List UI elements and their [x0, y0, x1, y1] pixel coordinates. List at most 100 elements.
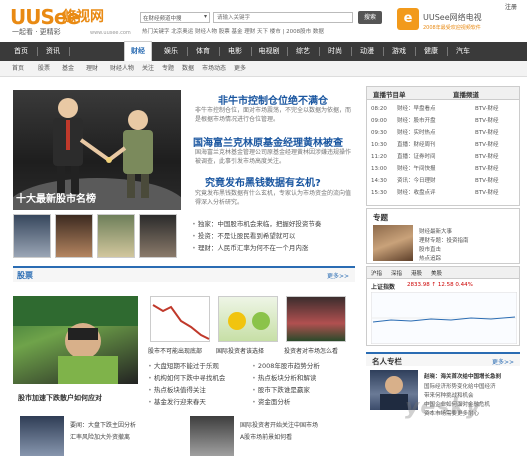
tab-index[interactable]: 深指 [391, 269, 402, 277]
program-row[interactable]: 09:30 财经：实时热点 BTV-财经 [371, 127, 517, 139]
news-link[interactable]: • 投资：不是让股民看到希望就可以 [192, 230, 352, 240]
stock-news-link[interactable]: • 热点板块值得关注 [148, 384, 248, 394]
nav-item-health[interactable]: 健康 [418, 42, 444, 61]
topic-link[interactable]: 股市直击 [419, 245, 517, 253]
news-link[interactable]: • 理财：人民币汇率为何不在一个月内涨 [192, 242, 352, 252]
search-button[interactable]: 搜索 [358, 11, 382, 24]
bullet-icon: • [148, 386, 152, 394]
stock-news-link[interactable]: • 基金发行迎来春天 [148, 396, 248, 406]
bottom-news-link[interactable]: 汇率风险加大外资撤离 [70, 432, 182, 441]
stock-news-link[interactable]: • 机构如何下跌中寻找机会 [148, 372, 248, 382]
nav-item-fashion[interactable]: 时尚 [322, 42, 348, 61]
bottom-news-link[interactable]: A股市场前景如何看 [240, 432, 356, 441]
celebrity-more-link[interactable]: 更多>> [492, 357, 514, 366]
stock-thumb-caption[interactable]: 股市不可能出现底部 [148, 346, 214, 355]
subnav-item[interactable]: 专题 [162, 61, 174, 77]
nav-item-anime[interactable]: 动漫 [354, 42, 380, 61]
subnav-item[interactable]: 基金 [62, 61, 74, 77]
subnav-item[interactable]: 股票 [38, 61, 50, 77]
tab-index[interactable]: 美股 [431, 269, 442, 277]
nav-item-movie[interactable]: 电影 [222, 42, 248, 61]
thumb-image[interactable] [139, 214, 177, 258]
subnav-item[interactable]: 关注 [142, 61, 154, 77]
bottom-news-link[interactable]: 国际投资者开始关注中国市场 [240, 420, 356, 429]
program-row[interactable]: 15:30 财经：收盘点评 BTV-财经 [371, 187, 517, 199]
tab-program-list[interactable]: 直播节目单 [373, 89, 406, 99]
search-scope-select[interactable]: 在财经频道中搜 ▾ [140, 12, 210, 23]
subnav-item[interactable]: 市场动态 [202, 61, 226, 77]
program-row[interactable]: 11:20 直播：证券时间 BTV-财经 [371, 151, 517, 163]
nav-item-finance[interactable]: 财经 [124, 41, 152, 62]
stock-thumb-caption[interactable]: 投资者对市场怎么看 [284, 346, 350, 355]
hot-links[interactable]: 热门关键字 北京奥运 财经人物 股票 基金 理财 天下 楼市 | 2008股市 … [142, 27, 392, 35]
headline-2[interactable]: 国海富兰克林原基金经理黄林被查 [193, 134, 343, 149]
stock-main-caption[interactable]: 股市加速下跌散户如何应对 [18, 393, 102, 403]
nav-item-variety[interactable]: 综艺 [290, 42, 316, 61]
tab-index[interactable]: 沪指 [371, 269, 382, 277]
subnav-item[interactable]: 理财 [86, 61, 98, 77]
bottom-thumb[interactable] [190, 416, 234, 456]
stock-news-link[interactable]: • 2008年股市趋势分析 [252, 360, 354, 370]
stock-news-link[interactable]: • 资金面分析 [252, 396, 354, 406]
nav-item-home[interactable]: 首页 [8, 42, 34, 61]
topic-link[interactable]: 财经最新大事 [419, 227, 517, 235]
bottom-thumb[interactable] [20, 416, 64, 456]
register-link[interactable]: 注册 [505, 2, 517, 11]
bullet-icon: • [148, 374, 152, 382]
subnav-item[interactable]: 首页 [12, 61, 24, 77]
stock-news-link[interactable]: • 股市下跌谁是赢家 [252, 384, 354, 394]
topic-title: 专题 [373, 213, 388, 222]
celebrity-title[interactable]: 名人专栏 [372, 356, 402, 367]
nav-item-auto[interactable]: 汽车 [450, 42, 476, 61]
nav-item-game[interactable]: 游戏 [386, 42, 412, 61]
stock-news-link[interactable]: • 热点板块分析和解读 [252, 372, 354, 382]
nav-item-sports[interactable]: 体育 [190, 42, 216, 61]
watermark: yesky [405, 395, 482, 420]
celebrity-link[interactable]: 赵晓：海关首次给中国增长急刹 [424, 372, 522, 380]
bullet-icon: • [192, 220, 196, 228]
subnav-item[interactable]: 财经人物 [110, 61, 134, 77]
thumb-image[interactable] [97, 214, 135, 258]
index-label: 上证指数 [371, 284, 396, 291]
search-input[interactable] [213, 12, 353, 23]
stock-market-thumb[interactable] [286, 296, 346, 342]
main-nav: 首页 资讯 财经 娱乐 体育 电影 电视剧 综艺 时尚 动漫 游戏 健康 汽车 [0, 41, 527, 62]
stock-section-header: 股票 更多>> [13, 266, 355, 282]
stock-thumb-caption[interactable]: 国际投资者该选择 [216, 346, 282, 355]
program-row[interactable]: 13:00 财经：午间快报 BTV-财经 [371, 163, 517, 175]
headline-3[interactable]: 究竟发布黑钱数据有玄机? [205, 174, 321, 189]
bottom-news-link[interactable]: 要闻：大盘下跌主因分析 [70, 420, 182, 429]
feature-caption[interactable]: 十大最新股市名榜 [16, 190, 96, 205]
subnav-item[interactable]: 更多 [234, 61, 246, 77]
index-value: 2833.98 ↑ 12.58 0.44% [407, 282, 473, 288]
logo-cn[interactable]: 悠视网 [62, 6, 104, 26]
tab-index[interactable]: 港股 [411, 269, 422, 277]
headline-1[interactable]: 非牛市控制仓位绝不满仓 [218, 92, 328, 107]
thumb-image[interactable] [55, 214, 93, 258]
tab-channel-list[interactable]: 直播频道 [453, 89, 479, 99]
topic-image[interactable] [373, 225, 413, 261]
program-row[interactable]: 14:30 资讯：今日理财 BTV-财经 [371, 175, 517, 187]
tv-subtitle: 2008年最受欢迎视频软件 [423, 25, 481, 31]
stock-more-link[interactable]: 更多>> [327, 271, 349, 280]
celebrity-link[interactable]: 国际经济形势变化给中国经济 [424, 382, 522, 390]
stock-chart-thumb[interactable] [150, 296, 210, 342]
stock-main-image[interactable] [13, 296, 138, 384]
thumb-image[interactable] [13, 214, 51, 258]
slogan: 一起看 · 更精彩 [12, 28, 61, 36]
program-row[interactable]: 09:00 财经：股市开盘 BTV-财经 [371, 115, 517, 127]
stock-cartoon-thumb[interactable] [218, 296, 278, 342]
headline-2-summary: 国海富兰克林基金管理公司原基金经理黄林因涉嫌违规操作被调查，此事引发市场高度关注… [195, 149, 352, 165]
bullet-icon: • [148, 398, 152, 406]
nav-item-ent[interactable]: 娱乐 [158, 42, 184, 61]
topic-link[interactable]: 理财专题：投资指南 [419, 236, 517, 244]
stock-section-title[interactable]: 股票 [17, 270, 33, 281]
nav-item-news[interactable]: 资讯 [40, 42, 66, 61]
news-link[interactable]: • 独家：中国股市机会来临，把握好投资节奏 [192, 218, 352, 228]
topic-link[interactable]: 热点追踪 [419, 254, 517, 262]
stock-news-link[interactable]: • 大盘短期不能过于乐观 [148, 360, 248, 370]
program-row[interactable]: 08:20 财经：早盘看点 BTV-财经 [371, 103, 517, 115]
program-row[interactable]: 10:30 直播：财经周刊 BTV-财经 [371, 139, 517, 151]
nav-item-tv[interactable]: 电视剧 [254, 42, 284, 61]
subnav-item[interactable]: 数据 [182, 61, 194, 77]
